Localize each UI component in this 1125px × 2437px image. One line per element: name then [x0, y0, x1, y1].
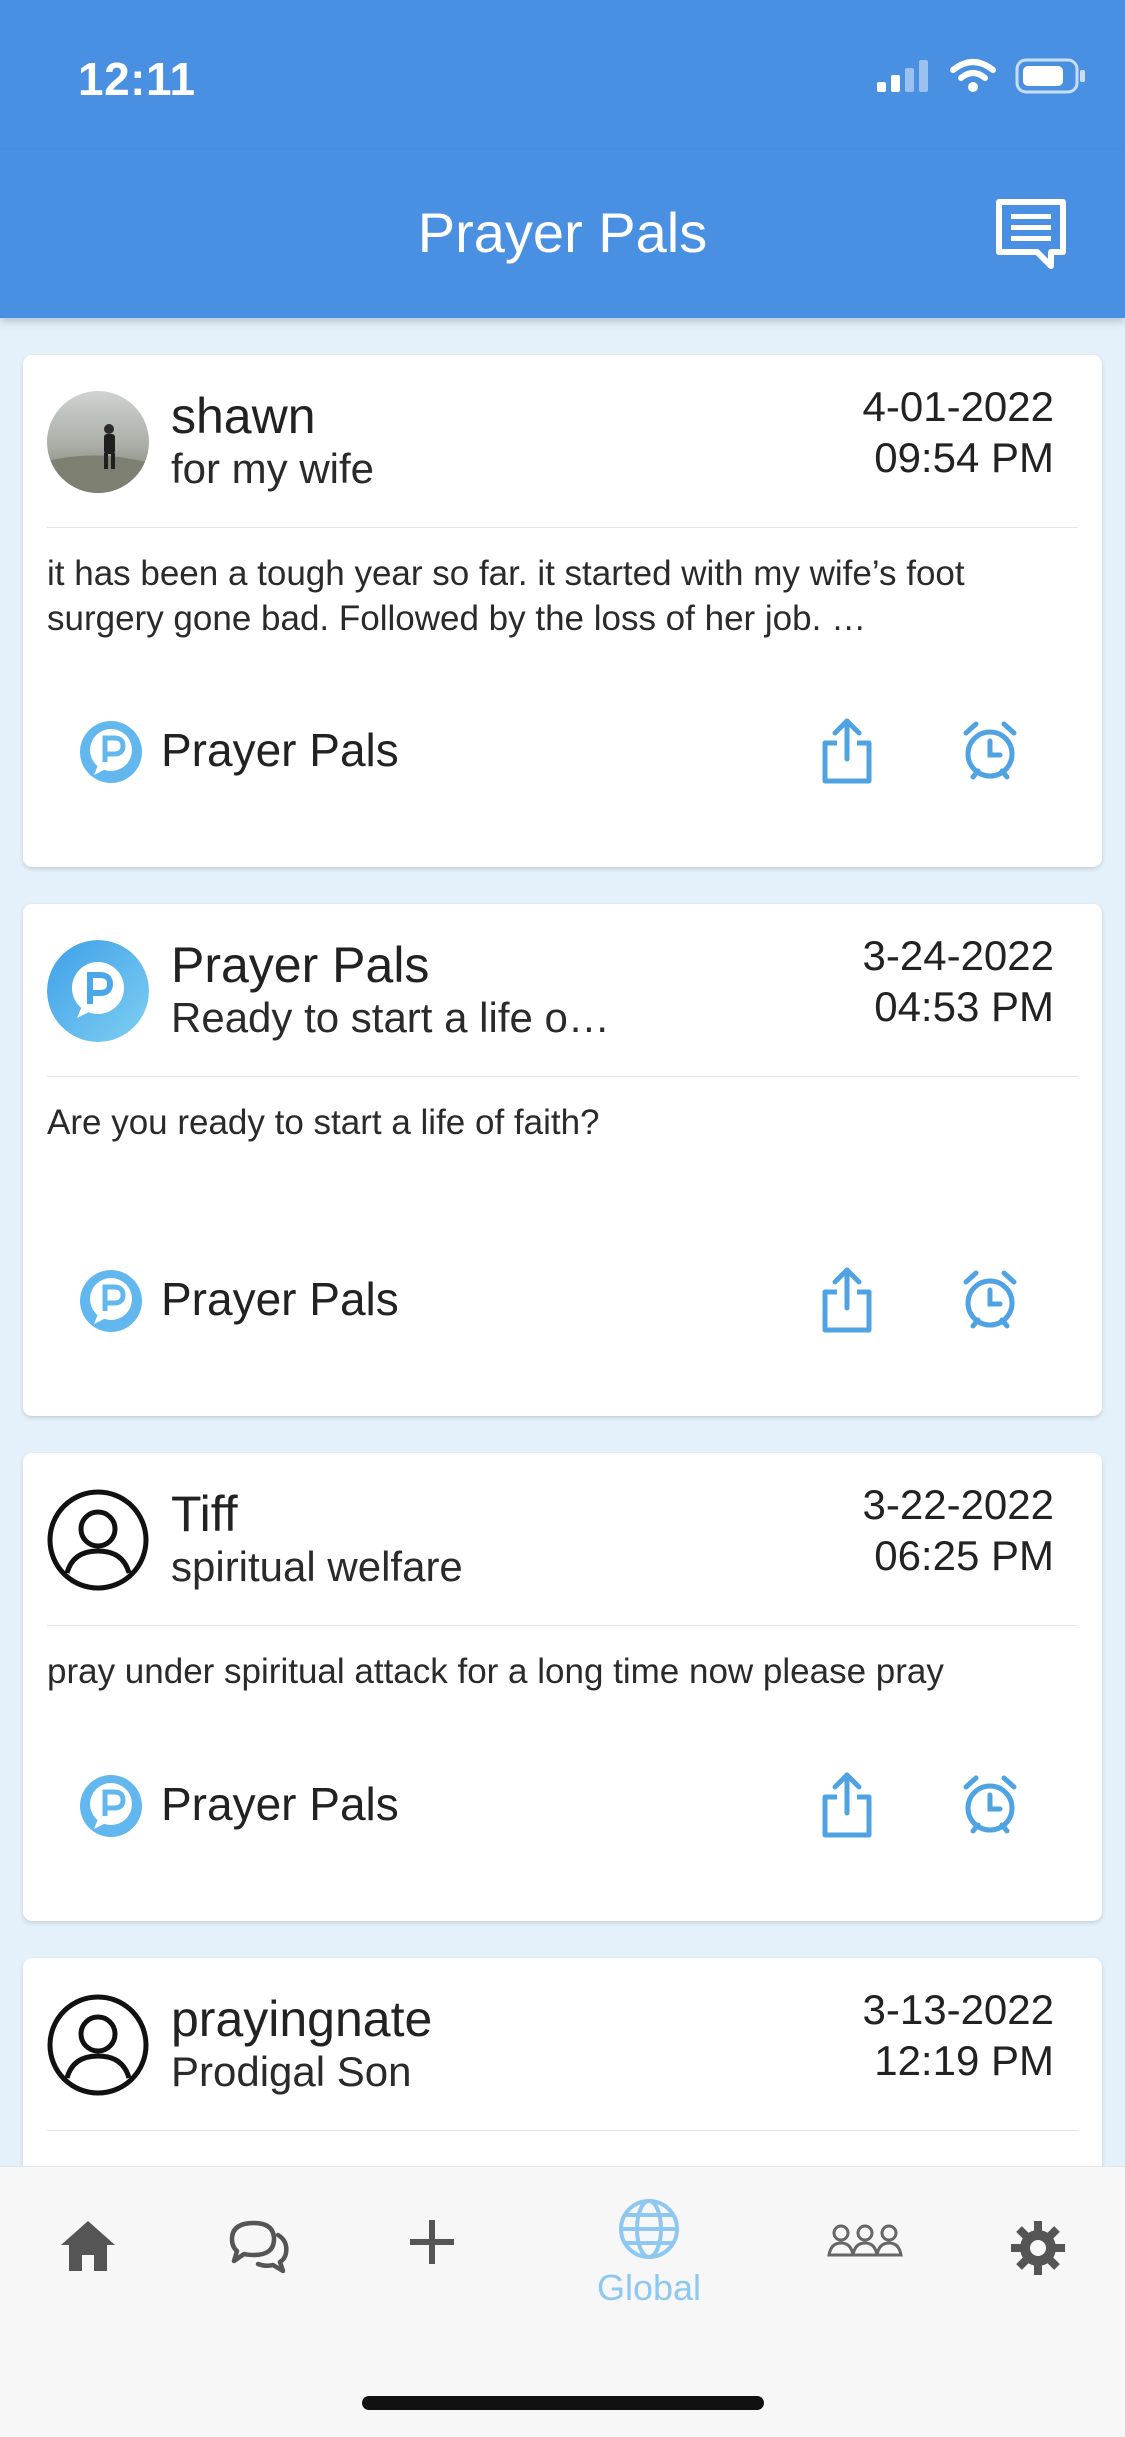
post-subject: for my wife [171, 445, 375, 492]
globe-icon [619, 2199, 679, 2259]
share-icon[interactable] [817, 1769, 877, 1841]
post-time: 09:54 PM [874, 434, 1054, 481]
card-footer: Prayer Pals [23, 1260, 1102, 1340]
card-footer: Prayer Pals [23, 711, 1102, 791]
message-icon[interactable] [993, 196, 1069, 272]
divider [47, 1076, 1078, 1077]
author-name: Tiff [171, 1486, 238, 1542]
tab-home[interactable] [28, 2217, 148, 2347]
post-subject: Prodigal Son [171, 2048, 412, 2095]
prayer-pals-logo-icon [80, 721, 142, 783]
post-subject: spiritual welfare [171, 1543, 463, 1590]
share-icon[interactable] [817, 715, 877, 787]
post-timestamp: 4-01-2022 09:54 PM [863, 381, 1054, 483]
card-header: Tiff spiritual welfare 3-22-2022 06:25 P… [23, 1453, 1102, 1625]
home-icon [61, 2221, 115, 2271]
tab-groups[interactable] [805, 2217, 925, 2347]
post-date: 3-13-2022 [862, 1986, 1054, 2033]
prayer-feed[interactable]: shawn for my wife 4-01-2022 09:54 PM it … [0, 318, 1125, 2166]
divider [47, 2130, 1078, 2131]
alarm-icon[interactable] [958, 1773, 1022, 1837]
post-body: pray under spiritual attack for a long t… [47, 1652, 944, 1691]
status-icons [877, 58, 1087, 94]
status-time: 12:11 [78, 53, 196, 105]
settings-icon [1011, 2221, 1065, 2275]
wifi-icon [950, 59, 996, 92]
post-body: Are you ready to start a life of faith? [47, 1103, 600, 1142]
tab-settings[interactable] [978, 2217, 1098, 2347]
post-date: 3-24-2022 [862, 932, 1054, 979]
divider [47, 527, 1078, 528]
add-icon [410, 2220, 454, 2264]
post-timestamp: 3-13-2022 12:19 PM [863, 1984, 1054, 2086]
status-bar: 12:11 [0, 0, 1125, 150]
battery-icon [1015, 58, 1085, 94]
prayer-pals-logo-icon [80, 1775, 142, 1837]
group-name[interactable]: Prayer Pals [161, 723, 399, 777]
card-header: shawn for my wife 4-01-2022 09:54 PM [23, 355, 1102, 527]
post-time: 04:53 PM [874, 983, 1054, 1030]
avatar[interactable] [47, 1994, 149, 2096]
alarm-icon[interactable] [958, 719, 1022, 783]
author-name: shawn [171, 388, 316, 444]
prayer-card[interactable]: Tiff spiritual welfare 3-22-2022 06:25 P… [23, 1453, 1102, 1921]
post-date: 4-01-2022 [862, 383, 1054, 430]
page-title: Prayer Pals [417, 201, 708, 264]
alarm-icon[interactable] [958, 1268, 1022, 1332]
tab-chat[interactable] [199, 2217, 319, 2347]
card-header: Prayer Pals Ready to start a life o… 3-2… [23, 904, 1102, 1076]
app-header: Prayer Pals [0, 150, 1125, 318]
card-header: prayingnate Prodigal Son 3-13-2022 12:19… [23, 1958, 1102, 2130]
prayer-card[interactable]: Prayer Pals Ready to start a life o… 3-2… [23, 904, 1102, 1416]
post-time: 06:25 PM [874, 1532, 1054, 1579]
signal-icon [877, 60, 928, 92]
prayer-card[interactable]: shawn for my wife 4-01-2022 09:54 PM it … [23, 355, 1102, 867]
post-timestamp: 3-22-2022 06:25 PM [863, 1479, 1054, 1581]
avatar[interactable] [47, 940, 149, 1042]
post-time: 12:19 PM [874, 2037, 1054, 2084]
group-icon [827, 2224, 903, 2257]
tab-add[interactable] [372, 2217, 492, 2347]
prayer-card[interactable]: prayingnate Prodigal Son 3-13-2022 12:19… [23, 1958, 1102, 2166]
author-name: Prayer Pals [171, 937, 430, 993]
post-timestamp: 3-24-2022 04:53 PM [863, 930, 1054, 1032]
card-footer: Prayer Pals [23, 1765, 1102, 1845]
post-subject: Ready to start a life o… [171, 994, 610, 1041]
group-name[interactable]: Prayer Pals [161, 1272, 399, 1326]
post-date: 3-22-2022 [862, 1481, 1054, 1528]
home-indicator [362, 2396, 764, 2410]
chat-icon [229, 2220, 289, 2274]
share-icon[interactable] [817, 1264, 877, 1336]
prayer-pals-logo-icon [80, 1270, 142, 1332]
avatar[interactable] [47, 391, 149, 493]
tab-global[interactable]: Global [589, 2197, 709, 2327]
avatar[interactable] [47, 1489, 149, 1591]
author-name: prayingnate [171, 1991, 433, 2047]
post-body: it has been a tough year so far. it star… [47, 554, 965, 638]
tab-global-label: Global [596, 2267, 702, 2308]
group-name[interactable]: Prayer Pals [161, 1777, 399, 1831]
divider [47, 1625, 1078, 1626]
